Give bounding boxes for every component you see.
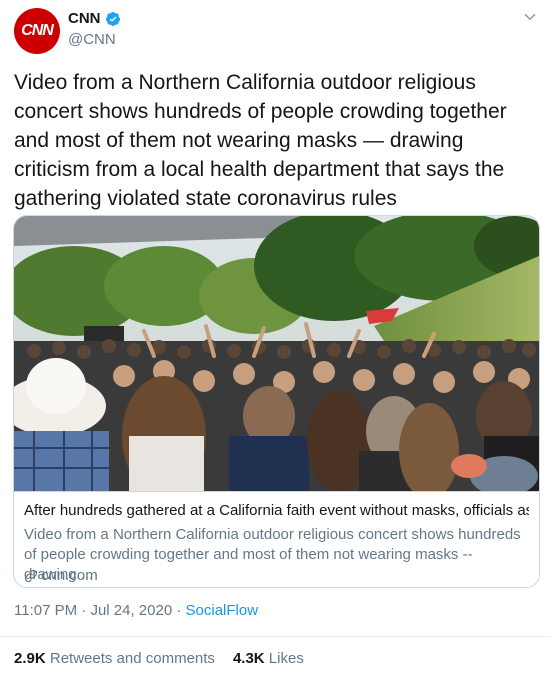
retweets-label: Retweets and comments	[49, 650, 215, 667]
tweet-header: CNN CNN @CNN	[14, 8, 539, 56]
likes-count: 4.3K	[232, 650, 265, 667]
likes-stat[interactable]: 4.3K Likes	[233, 650, 304, 667]
retweets-count: 2.9K	[14, 650, 46, 667]
author-display-name-row[interactable]: CNN	[68, 10, 121, 27]
tweet-source-link[interactable]: SocialFlow	[186, 602, 259, 619]
tweet-meta: 11:07 PM · Jul 24, 2020 · SocialFlow	[14, 602, 258, 619]
divider	[0, 636, 551, 637]
verified-badge-icon	[105, 11, 120, 26]
link-card-description: Video from a Northern California outdoor…	[24, 526, 521, 583]
link-icon	[24, 569, 38, 582]
link-card-body[interactable]: After hundreds gathered at a California …	[14, 491, 539, 587]
link-card-domain: cnn.com	[24, 567, 98, 584]
tweet-text: Video from a Northern California outdoor…	[14, 71, 507, 210]
likes-label: Likes	[268, 650, 304, 667]
tweet-time[interactable]: 11:07 PM	[14, 602, 77, 619]
avatar[interactable]: CNN	[14, 8, 60, 54]
link-card[interactable]: After hundreds gathered at a California …	[13, 215, 540, 588]
chevron-down-icon[interactable]	[521, 8, 539, 26]
meta-separator: ·	[172, 602, 186, 619]
author-handle[interactable]: @CNN	[68, 31, 121, 48]
tweet-date[interactable]: Jul 24, 2020	[90, 602, 172, 619]
link-card-title[interactable]: After hundreds gathered at a California …	[24, 502, 529, 519]
link-card-domain-text: cnn.com	[41, 567, 98, 584]
author-names: CNN @CNN	[68, 10, 121, 48]
tweet-stats: 2.9K Retweets and comments 4.3K Likes	[14, 650, 304, 667]
concert-crowd-photo[interactable]	[14, 216, 539, 491]
author-display-name[interactable]: CNN	[68, 10, 101, 27]
meta-separator: ·	[77, 602, 91, 619]
avatar-logo-text: CNN	[21, 22, 54, 39]
retweets-stat[interactable]: 2.9K Retweets and comments	[14, 650, 215, 667]
